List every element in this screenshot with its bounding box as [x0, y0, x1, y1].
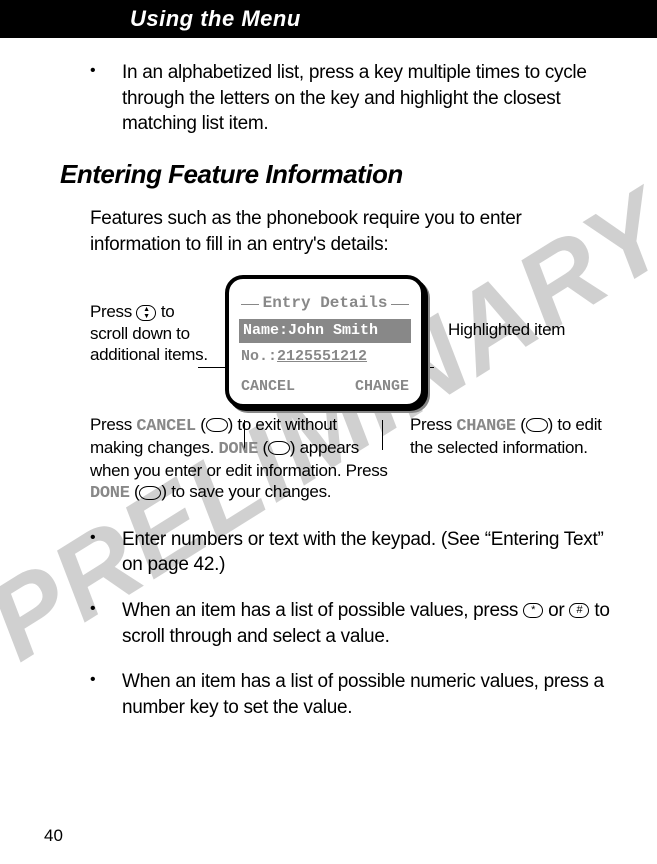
screen-no-row: No.:2125551212 — [241, 345, 409, 369]
caption-cancel: Press CANCEL () to exit without making c… — [90, 414, 390, 505]
softkey-row: CANCEL CHANGE — [241, 369, 409, 397]
caption-highlighted: Highlighted item — [440, 275, 613, 407]
right-softkey-icon — [526, 418, 548, 432]
t: When an item has a list of possible valu… — [122, 600, 523, 621]
t: ( — [130, 482, 140, 501]
list-item: Enter numbers or text with the keypad. (… — [90, 527, 613, 578]
t: Press — [90, 415, 136, 434]
star-key-icon: * — [523, 603, 543, 618]
left-softkey-icon — [206, 418, 228, 432]
caption-change: Press CHANGE () to edit the selected inf… — [410, 414, 613, 505]
caption-scroll: Press to scroll down to additional items… — [90, 275, 210, 407]
t: ( — [516, 415, 526, 434]
t: or — [548, 600, 569, 621]
softkey-cancel: CANCEL — [241, 377, 295, 397]
phone-screen: Entry Details Name:John Smith No.:212555… — [225, 275, 425, 407]
page-number: 40 — [44, 826, 63, 846]
chapter-header: Using the Menu — [0, 0, 657, 38]
updown-key-icon — [136, 305, 156, 321]
bullet-icon — [90, 527, 122, 578]
t: ( — [258, 438, 268, 457]
no-value: 2125551212 — [277, 348, 367, 365]
bullet-text: When an item has a list of possible valu… — [122, 598, 613, 649]
screen-name-row: Name:John Smith — [239, 319, 411, 343]
name-label: Name: — [243, 322, 288, 339]
name-value: John Smith — [288, 322, 378, 339]
phone-screen-wrap: Entry Details Name:John Smith No.:212555… — [220, 275, 430, 407]
left-softkey-icon — [268, 441, 290, 455]
bullet-icon — [90, 598, 122, 649]
soft-label-cancel: CANCEL — [136, 417, 195, 436]
t: Press — [410, 415, 456, 434]
no-label: No.: — [241, 348, 277, 365]
soft-label-done: DONE — [218, 440, 258, 459]
t: ( — [196, 415, 206, 434]
screen-title: Entry Details — [263, 293, 388, 315]
caption-text: Press — [90, 302, 136, 321]
screen-title-row: Entry Details — [241, 289, 409, 317]
list-item: When an item has a list of possible nume… — [90, 669, 613, 720]
intro-text: Features such as the phonebook require y… — [90, 206, 613, 257]
soft-label-change: CHANGE — [456, 417, 515, 436]
bullet-icon — [90, 669, 122, 720]
bullet-text: When an item has a list of possible nume… — [122, 669, 613, 720]
t: ) to save your changes. — [161, 482, 331, 501]
softkey-change: CHANGE — [355, 377, 409, 397]
figure: Press to scroll down to additional items… — [90, 275, 613, 504]
soft-label-done: DONE — [90, 484, 130, 503]
list-item: When an item has a list of possible valu… — [90, 598, 613, 649]
list-item: In an alphabetized list, press a key mul… — [90, 60, 613, 137]
bullet-icon — [90, 60, 122, 137]
left-softkey-icon — [139, 486, 161, 500]
hash-key-icon: # — [569, 603, 589, 618]
bullet-text: In an alphabetized list, press a key mul… — [122, 60, 613, 137]
section-heading: Entering Feature Information — [60, 157, 613, 192]
bullet-text: Enter numbers or text with the keypad. (… — [122, 527, 613, 578]
